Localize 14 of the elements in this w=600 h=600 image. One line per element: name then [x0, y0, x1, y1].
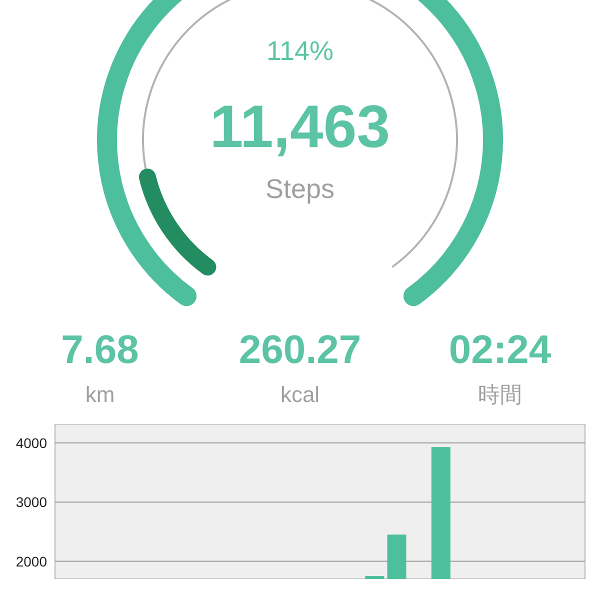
stat-value: 7.68: [61, 330, 139, 370]
axis-label: 4000: [16, 434, 47, 451]
stat-label: kcal: [280, 384, 320, 406]
percent-label: 114%: [266, 36, 334, 66]
stat-label: 時間: [478, 384, 522, 406]
bar: [365, 576, 384, 579]
steps-label: Steps: [265, 174, 335, 204]
stat-label: km: [85, 384, 115, 406]
axis-label: 2000: [16, 553, 47, 570]
axis-label: 3000: [16, 494, 47, 510]
stat-value: 02:24: [448, 330, 552, 370]
bar: [387, 534, 406, 579]
step-count: 11,463: [210, 93, 390, 160]
stat-value: 260.27: [238, 330, 362, 370]
